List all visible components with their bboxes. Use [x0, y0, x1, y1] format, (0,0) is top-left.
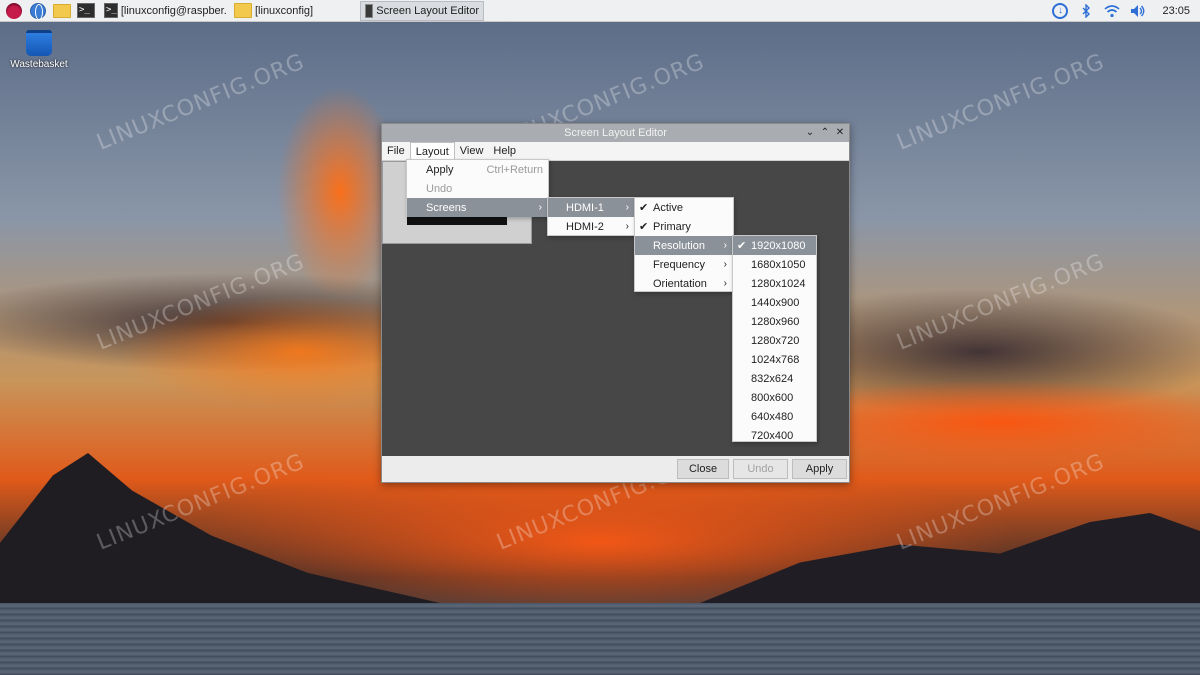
layout-menu: Apply Ctrl+Return Undo Screens › — [406, 159, 549, 217]
menu-accelerator: Ctrl+Return — [486, 163, 543, 176]
resolution-label: 832x624 — [751, 372, 794, 385]
checkmark-icon: ✔ — [639, 202, 649, 214]
resolution-label: 1440x900 — [751, 296, 800, 309]
menu-layout[interactable]: Layout — [409, 141, 455, 161]
terminal-icon[interactable]: >_ — [76, 1, 96, 21]
terminal-icon: >_ — [104, 3, 118, 18]
resolution-label: 1280x720 — [751, 334, 800, 347]
resolution-option[interactable]: 1280x960 — [733, 312, 816, 331]
wastebasket-icon — [26, 30, 52, 56]
taskbar-task-folder[interactable]: [linuxconfig] — [230, 1, 356, 21]
resolution-option[interactable]: 1440x900 — [733, 293, 816, 312]
screens-submenu: HDMI-1 › HDMI-2 › — [547, 197, 636, 236]
menu-item-label: Resolution — [653, 239, 705, 252]
window-title: Screen Layout Editor — [564, 127, 667, 139]
resolution-option[interactable]: 800x600 — [733, 388, 816, 407]
chevron-right-icon: › — [723, 278, 727, 289]
window-titlebar[interactable]: Screen Layout Editor ⌄ ⌃ ✕ — [382, 124, 849, 142]
hdmi-1-submenu: ✔ Active ✔ Primary Resolution › Frequenc… — [634, 197, 734, 292]
menu-item-label: Apply — [426, 163, 454, 176]
menu-item-apply[interactable]: Apply Ctrl+Return — [407, 160, 548, 179]
resolution-option[interactable]: ✔ 1920x1080 — [733, 236, 816, 255]
menu-item-hdmi-1[interactable]: HDMI-1 › — [548, 198, 635, 217]
lake-water — [0, 603, 1200, 675]
resolution-option[interactable]: 832x624 — [733, 369, 816, 388]
screen-taskbar-preview — [407, 216, 507, 225]
maximize-icon[interactable]: ⌃ — [820, 125, 830, 141]
mountain-left — [0, 453, 440, 603]
download-icon[interactable]: ↓ — [1052, 3, 1069, 19]
clock[interactable]: 23:05 — [1162, 5, 1190, 17]
menu-item-screens[interactable]: Screens › — [407, 198, 548, 217]
undo-button[interactable]: Undo — [733, 459, 788, 479]
minimize-icon[interactable]: ⌄ — [805, 125, 815, 141]
menu-view[interactable]: View — [455, 142, 489, 161]
bluetooth-icon[interactable] — [1078, 3, 1094, 19]
menu-item-label: Frequency — [653, 258, 705, 271]
resolution-label: 1024x768 — [751, 353, 800, 366]
menu-item-label: HDMI-2 — [566, 220, 604, 233]
menu-item-orientation[interactable]: Orientation › — [635, 274, 733, 293]
resolution-option[interactable]: 720x400 — [733, 426, 816, 445]
chevron-right-icon: › — [625, 202, 629, 213]
resolution-label: 1920x1080 — [751, 239, 806, 252]
wifi-icon[interactable] — [1104, 3, 1120, 19]
menu-item-resolution[interactable]: Resolution › — [635, 236, 733, 255]
checkmark-icon: ✔ — [639, 221, 649, 233]
task-label: [linuxconfig@raspber... — [120, 4, 226, 17]
chevron-right-icon: › — [723, 259, 727, 270]
resolution-label: 800x600 — [751, 391, 794, 404]
resolution-option[interactable]: 1280x720 — [733, 331, 816, 350]
volume-icon[interactable] — [1130, 3, 1146, 19]
taskbar-task-terminal[interactable]: >_ [linuxconfig@raspber... — [100, 1, 226, 21]
menu-item-label: Primary — [653, 220, 691, 233]
menu-item-label: HDMI-1 — [566, 201, 604, 214]
menu-item-frequency[interactable]: Frequency › — [635, 255, 733, 274]
system-tray: ↓ 23:05 — [1052, 0, 1200, 22]
resolution-label: 640x480 — [751, 410, 794, 423]
web-browser-icon[interactable] — [28, 1, 48, 21]
task-label: Screen Layout Editor — [376, 4, 479, 17]
close-button[interactable]: Close — [677, 459, 729, 479]
menu-item-label: Undo — [426, 182, 453, 195]
resolution-submenu: ✔ 1920x1080 1680x1050 1280x1024 1440x900… — [732, 235, 817, 442]
task-label: [linuxconfig] — [255, 4, 314, 17]
mountain-right — [700, 513, 1200, 603]
resolution-label: 1280x1024 — [751, 277, 806, 290]
menu-item-undo[interactable]: Undo — [407, 179, 548, 198]
window-footer: Close Undo Apply — [382, 456, 849, 482]
folder-icon — [234, 3, 252, 18]
menu-item-active[interactable]: ✔ Active — [635, 198, 733, 217]
menu-item-primary[interactable]: ✔ Primary — [635, 217, 733, 236]
desktop-icon-label: Wastebasket — [10, 59, 68, 70]
resolution-label: 720x400 — [751, 429, 794, 442]
desktop-icon-wastebasket[interactable]: Wastebasket — [8, 30, 70, 70]
raspberry-menu-icon[interactable] — [4, 1, 24, 21]
chevron-right-icon: › — [538, 202, 542, 213]
monitor-icon — [365, 3, 374, 18]
menu-file[interactable]: File — [382, 142, 410, 161]
taskbar: >_ >_ [linuxconfig@raspber... [linuxconf… — [0, 0, 1200, 22]
file-manager-icon[interactable] — [52, 1, 72, 21]
resolution-option[interactable]: 640x480 — [733, 407, 816, 426]
chevron-right-icon: › — [625, 221, 629, 232]
chevron-right-icon: › — [723, 240, 727, 251]
resolution-option[interactable]: 1680x1050 — [733, 255, 816, 274]
resolution-label: 1680x1050 — [751, 258, 806, 271]
close-icon[interactable]: ✕ — [835, 125, 845, 141]
apply-button[interactable]: Apply — [792, 459, 847, 479]
menu-item-label: Screens — [426, 201, 467, 214]
menu-item-label: Active — [653, 201, 683, 214]
resolution-option[interactable]: 1024x768 — [733, 350, 816, 369]
checkmark-icon: ✔ — [737, 240, 747, 252]
taskbar-task-screen-layout-editor[interactable]: Screen Layout Editor — [360, 0, 484, 21]
resolution-option[interactable]: 1280x1024 — [733, 274, 816, 293]
resolution-label: 1280x960 — [751, 315, 800, 328]
menu-item-hdmi-2[interactable]: HDMI-2 › — [548, 217, 635, 236]
menu-item-label: Orientation — [653, 277, 707, 290]
menu-help[interactable]: Help — [488, 142, 521, 161]
